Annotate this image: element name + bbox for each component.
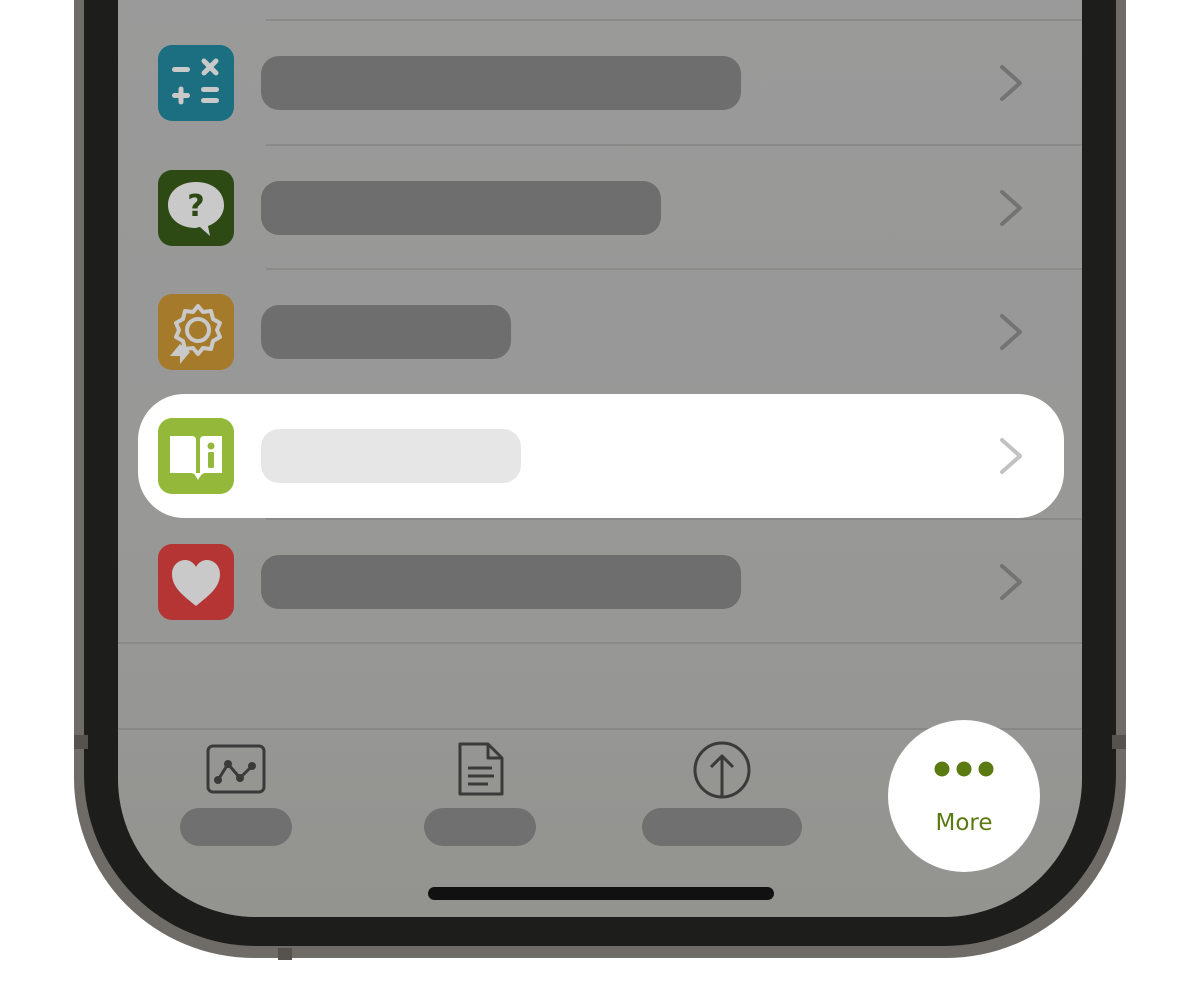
svg-text:?: ?: [187, 189, 204, 224]
menu-item-favorites[interactable]: [118, 520, 1082, 644]
menu-item-award[interactable]: [118, 270, 1082, 394]
info-book-icon: [158, 418, 234, 494]
tab-label-placeholder: [424, 808, 536, 846]
list-divider: [118, 642, 1082, 644]
tab-label-placeholder: [180, 808, 292, 846]
home-indicator[interactable]: [428, 887, 774, 900]
award-badge-icon: [158, 294, 234, 370]
chevron-right-icon: [1000, 314, 1022, 350]
chart-icon: [206, 744, 266, 794]
chevron-right-icon: [1000, 190, 1022, 226]
menu-item-info[interactable]: [118, 394, 1082, 518]
menu-item-help[interactable]: ?: [118, 146, 1082, 270]
tab-upload[interactable]: [642, 740, 802, 850]
phone-side-edge-right: [1112, 735, 1126, 749]
menu-item-label-placeholder: [261, 181, 661, 235]
heart-icon: [158, 544, 234, 620]
menu-item-label-placeholder: [261, 429, 521, 483]
phone-side-edge-left: [74, 735, 88, 749]
menu-item-label-placeholder: [261, 56, 741, 110]
tab-label-placeholder: [642, 808, 802, 846]
tab-chart[interactable]: [180, 740, 292, 850]
upload-icon: [693, 741, 751, 799]
tab-more-label: More: [935, 810, 993, 836]
menu-item-label-placeholder: [261, 305, 511, 359]
chevron-right-icon: [1000, 438, 1022, 474]
phone-bottom-edge: [278, 948, 292, 960]
calculator-icon: [158, 45, 234, 121]
menu-item-calculator[interactable]: [118, 21, 1082, 145]
chevron-right-icon: [1000, 564, 1022, 600]
tab-document[interactable]: [424, 740, 536, 850]
chevron-right-icon: [1000, 65, 1022, 101]
document-icon: [458, 742, 504, 796]
tab-more[interactable]: More: [888, 720, 1040, 872]
question-bubble-icon: ?: [158, 170, 234, 246]
more-dots-icon: [934, 761, 994, 777]
menu-item-label-placeholder: [261, 555, 741, 609]
